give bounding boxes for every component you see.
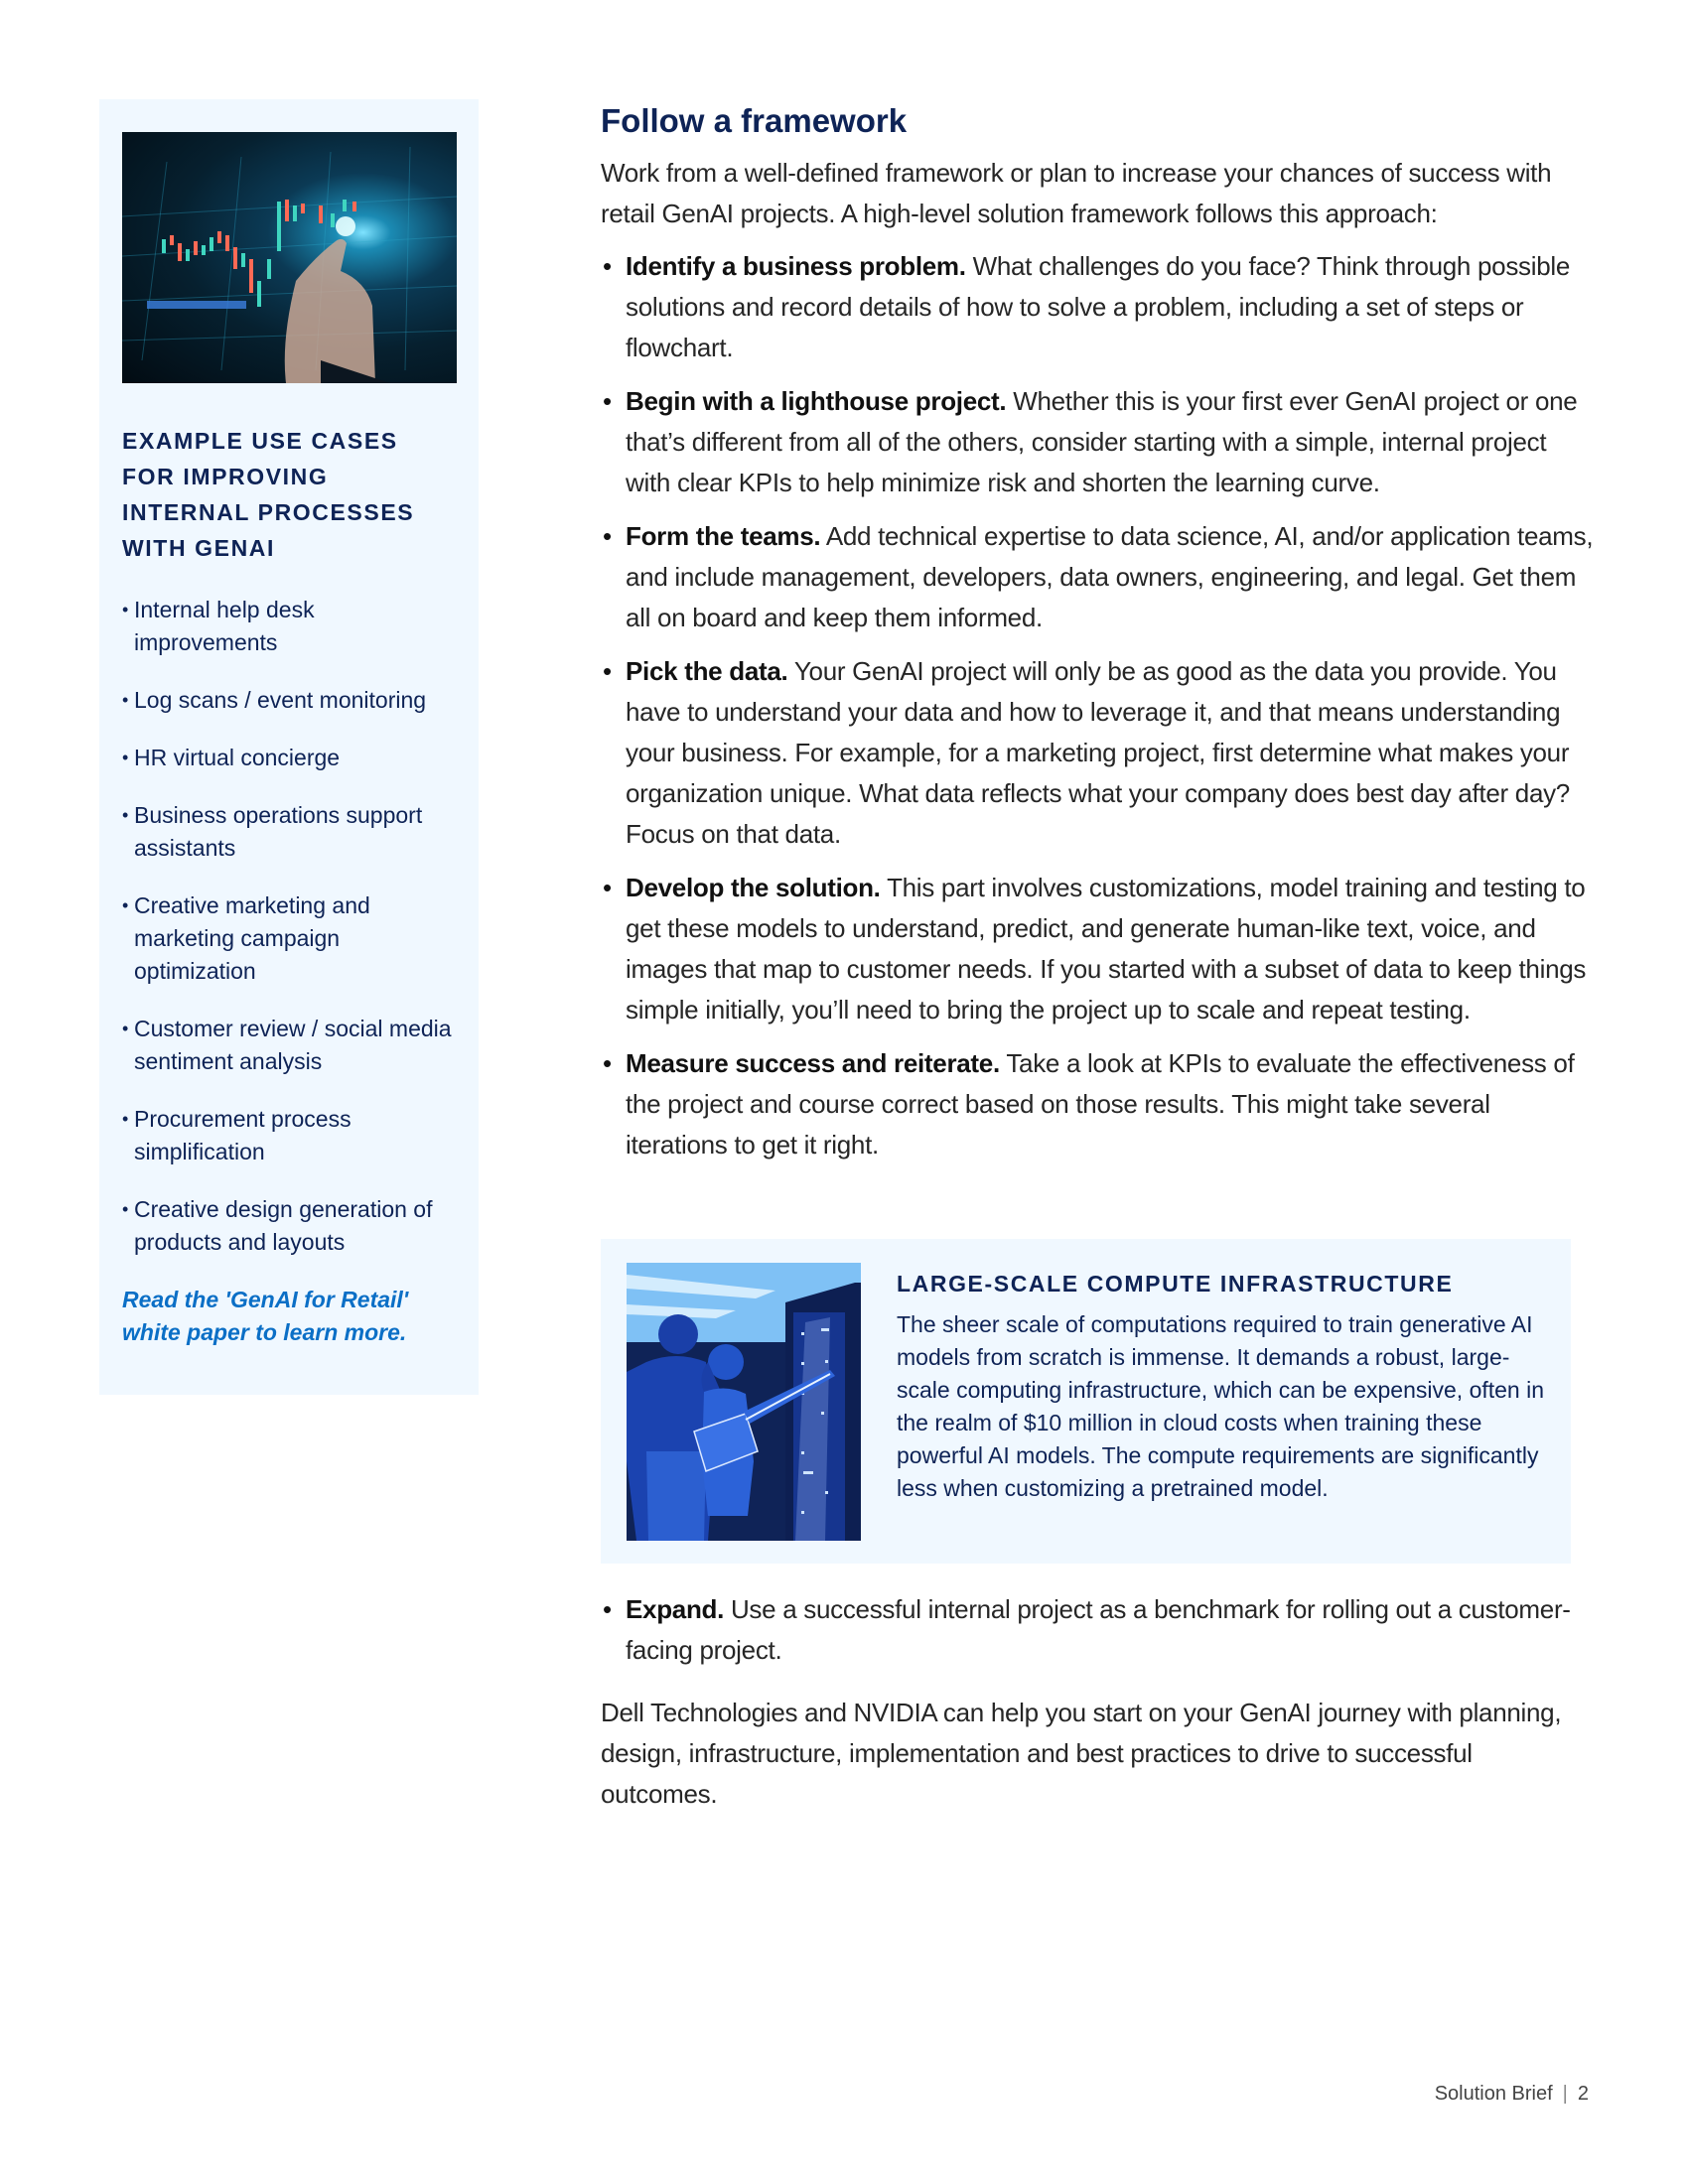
use-case-text: Creative design generation of products a… (134, 1196, 433, 1255)
step-title: Form the teams. (626, 521, 821, 551)
people-at-server-rack-icon (627, 1263, 861, 1541)
closing-paragraph: Dell Technologies and NVIDIA can help yo… (601, 1698, 1562, 1809)
step-title: Develop the solution. (626, 873, 881, 902)
bullet-icon: • (122, 690, 129, 710)
use-case-item: • Creative marketing and marketing campa… (122, 889, 456, 988)
use-case-text: HR virtual concierge (134, 745, 341, 770)
framework-step: • Identify a business problem. What chal… (601, 246, 1594, 368)
step-text: Use a successful internal project as a b… (626, 1594, 1571, 1665)
bullet-icon: • (603, 1594, 612, 1624)
framework-steps-list: • Identify a business problem. What chal… (601, 246, 1594, 1165)
step-title: Expand. (626, 1594, 725, 1624)
use-case-item: • Log scans / event monitoring (122, 684, 456, 717)
bullet-icon: • (603, 873, 612, 902)
framework-step: • Develop the solution. This part involv… (601, 868, 1594, 1030)
step-title: Identify a business problem. (626, 251, 966, 281)
page-footer: Solution Brief | 2 (1435, 2080, 1589, 2108)
framework-step: • Begin with a lighthouse project. Wheth… (601, 381, 1594, 503)
footer-separator: | (1562, 2083, 1568, 2105)
step-title: Begin with a lighthouse project. (626, 386, 1007, 416)
bullet-icon: • (603, 251, 612, 281)
bullet-icon: • (122, 1019, 129, 1038)
use-case-text: Customer review / social media sentiment… (134, 1016, 452, 1074)
bullet-icon: • (122, 895, 129, 915)
page-title: Follow a framework (601, 102, 908, 139)
use-case-item: • Business operations support assistants (122, 799, 456, 865)
framework-step: • Pick the data. Your GenAI project will… (601, 651, 1594, 855)
bullet-icon: • (603, 521, 612, 551)
holographic-chart-illustration (122, 146, 457, 383)
stock-chart-photo (122, 132, 457, 383)
use-case-item: • Internal help desk improvements (122, 594, 456, 659)
bullet-icon: • (122, 1199, 129, 1219)
use-case-text: Creative marketing and marketing campaig… (134, 892, 370, 984)
sidebar-use-cases-panel: Example use cases for improving internal… (99, 99, 479, 1395)
bullet-icon: • (122, 805, 129, 825)
callout-heading: Large-scale compute infrastructure (897, 1271, 1454, 1297)
step-title: Pick the data. (626, 656, 788, 686)
bullet-icon: • (603, 656, 612, 686)
bullet-icon: • (122, 600, 129, 619)
bullet-icon: • (603, 386, 612, 416)
closing-section: • Expand. Use a successful internal proj… (601, 1589, 1594, 1815)
white-paper-link[interactable]: Read the 'GenAI for Retail' white paper … (122, 1284, 456, 1349)
use-case-item: • Procurement process simplification (122, 1103, 456, 1168)
bullet-icon: • (122, 1109, 129, 1129)
bullet-icon: • (122, 748, 129, 767)
footer-label: Solution Brief (1434, 2083, 1553, 2105)
use-cases-list: • Internal help desk improvements • Log … (122, 594, 456, 1259)
use-case-text: Internal help desk improvements (134, 597, 315, 655)
framework-step-expand: • Expand. Use a successful internal proj… (601, 1589, 1594, 1671)
server-room-illustration (627, 1263, 861, 1541)
framework-step: • Measure success and reiterate. Take a … (601, 1043, 1594, 1165)
bullet-icon: • (603, 1048, 612, 1078)
use-case-item: • HR virtual concierge (122, 742, 456, 774)
use-case-item: • Creative design generation of products… (122, 1193, 456, 1259)
callout-text: Large-scale compute infrastructure The s… (897, 1269, 1552, 1505)
main-content: Follow a framework Work from a well-defi… (601, 97, 1594, 1178)
use-case-text: Procurement process simplification (134, 1106, 352, 1164)
use-case-text: Log scans / event monitoring (134, 687, 427, 713)
page-number: 2 (1577, 2083, 1589, 2105)
compute-infrastructure-callout: Large-scale compute infrastructure The s… (601, 1239, 1571, 1564)
framework-step: • Form the teams. Add technical expertis… (601, 516, 1594, 638)
step-title: Measure success and reiterate. (626, 1048, 1000, 1078)
use-case-text: Business operations support assistants (134, 802, 423, 861)
use-cases-heading: Example use cases for improving internal… (122, 428, 415, 561)
intro-paragraph: Work from a well-defined framework or pl… (601, 158, 1552, 228)
callout-body: The sheer scale of computations required… (897, 1311, 1545, 1501)
use-case-item: • Customer review / social media sentime… (122, 1013, 456, 1078)
framework-steps-continued: • Expand. Use a successful internal proj… (601, 1589, 1594, 1671)
